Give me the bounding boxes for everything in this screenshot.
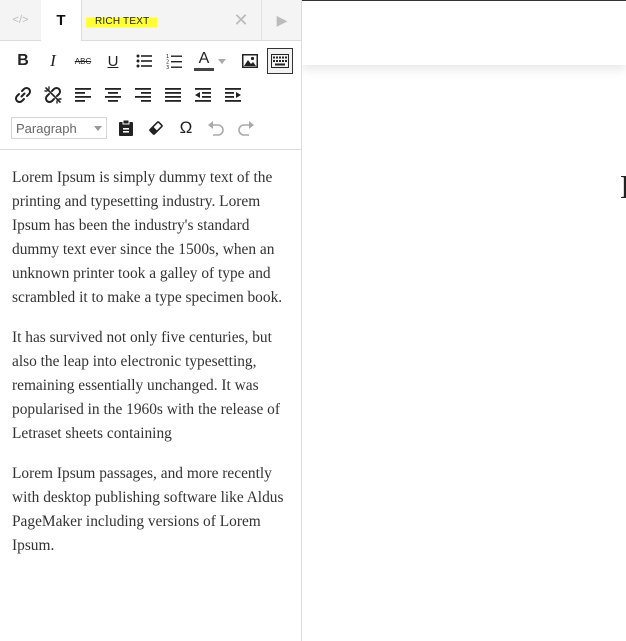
bulleted-list-button[interactable]: [131, 48, 157, 74]
insert-image-button[interactable]: [237, 48, 263, 74]
eraser-icon: [149, 121, 163, 135]
align-center-button[interactable]: [100, 82, 126, 108]
insert-link-button[interactable]: [10, 82, 36, 108]
svg-text:3: 3: [166, 65, 169, 69]
clipboard-icon: [119, 119, 133, 136]
align-left-icon: [75, 88, 91, 102]
italic-button[interactable]: I: [40, 48, 66, 74]
rich-text-editor-panel: </> T RICH TEXT ✕ ▶ B I ABC U 1 2 3 A Pa…: [0, 0, 302, 641]
outdent-icon: [195, 88, 211, 102]
editor-toolbar: B I ABC U 1 2 3 A Paragraph Ω: [0, 41, 301, 150]
text-view-tab[interactable]: T: [41, 0, 82, 41]
keyboard-icon: [271, 54, 289, 68]
canvas-heading-fragment: E: [620, 170, 626, 206]
panel-title: RICH TEXT: [86, 12, 158, 30]
font-color-swatch: [194, 68, 214, 71]
code-view-tab[interactable]: </>: [0, 0, 42, 40]
align-right-button[interactable]: [130, 82, 156, 108]
editor-content-area[interactable]: Lorem Ipsum is simply dummy text of the …: [12, 166, 290, 574]
align-center-icon: [105, 88, 121, 102]
close-icon: ✕: [233, 9, 249, 30]
redo-button[interactable]: [233, 115, 259, 141]
indent-button[interactable]: [220, 82, 246, 108]
play-icon: ▶: [276, 11, 288, 28]
run-button[interactable]: ▶: [261, 0, 302, 40]
font-color-dropdown[interactable]: [212, 48, 232, 74]
image-icon: [242, 54, 258, 68]
strikethrough-button[interactable]: ABC: [70, 48, 96, 74]
align-right-icon: [135, 88, 151, 102]
keyboard-toggle-button[interactable]: [267, 48, 293, 74]
numbered-list-button[interactable]: 1 2 3: [161, 48, 187, 74]
content-paragraph-1: Lorem Ipsum is simply dummy text of the …: [12, 169, 283, 306]
justify-icon: [165, 88, 181, 102]
font-color-icon: A: [198, 50, 210, 67]
clear-formatting-button[interactable]: [143, 115, 169, 141]
numbered-list-icon: 1 2 3: [166, 54, 182, 69]
chevron-down-icon: [94, 126, 102, 131]
code-icon: </>: [12, 14, 29, 26]
remove-link-button[interactable]: [40, 82, 66, 108]
close-button[interactable]: ✕: [222, 0, 260, 40]
bulleted-list-icon: [136, 54, 152, 68]
paragraph-format-select[interactable]: Paragraph: [11, 117, 107, 139]
undo-icon: [208, 121, 224, 136]
indent-icon: [225, 88, 241, 102]
paragraph-format-value: Paragraph: [16, 120, 77, 136]
chevron-down-icon: [218, 58, 226, 64]
link-icon: [14, 86, 32, 104]
underline-button[interactable]: U: [100, 48, 126, 74]
editor-tab-bar: </> T RICH TEXT ✕ ▶: [0, 0, 301, 41]
align-left-button[interactable]: [70, 82, 96, 108]
paste-button[interactable]: [113, 115, 139, 141]
content-paragraph-3: Lorem Ipsum passages, and more recently …: [12, 465, 284, 554]
bold-button[interactable]: B: [10, 48, 36, 74]
text-icon: T: [56, 12, 66, 29]
undo-button[interactable]: [203, 115, 229, 141]
unlink-icon: [44, 86, 62, 104]
redo-icon: [238, 121, 254, 136]
special-character-button[interactable]: Ω: [173, 115, 199, 141]
justify-button[interactable]: [160, 82, 186, 108]
canvas-header-band: [302, 0, 626, 65]
outdent-button[interactable]: [190, 82, 216, 108]
content-paragraph-2: It has survived not only five centuries,…: [12, 329, 280, 442]
